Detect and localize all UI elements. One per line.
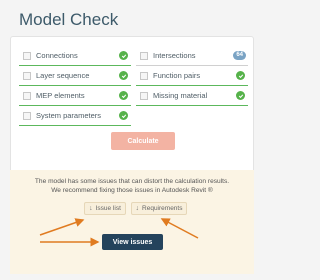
check-label: MEP elements xyxy=(36,91,85,100)
checkbox[interactable] xyxy=(23,111,31,120)
download-icon: ↓ xyxy=(135,205,140,212)
info-line-1: The model has some issues that can disto… xyxy=(34,178,230,185)
info-panel: The model has some issues that can disto… xyxy=(10,170,254,274)
check-function-pairs[interactable]: Function pairs xyxy=(136,66,248,86)
check-label: Connections xyxy=(36,51,78,60)
check-mep-elements[interactable]: MEP elements xyxy=(19,86,131,106)
check-label: Function pairs xyxy=(153,71,201,80)
check-ok-icon xyxy=(236,91,245,100)
check-missing-material[interactable]: Missing material xyxy=(136,86,248,106)
check-label: Intersections xyxy=(153,51,196,60)
checkbox[interactable] xyxy=(23,51,31,60)
info-line-2: We recommend fixing those issues in Auto… xyxy=(51,187,213,194)
check-ok-icon xyxy=(119,111,128,120)
view-issues-button[interactable]: View issues xyxy=(102,234,163,250)
check-label: System parameters xyxy=(36,111,102,120)
issue-list-label: Issue list xyxy=(95,205,121,212)
check-ok-icon xyxy=(119,51,128,60)
check-connections[interactable]: Connections xyxy=(19,46,131,66)
checkbox[interactable] xyxy=(23,71,31,80)
page-title: Model Check xyxy=(19,10,119,29)
check-ok-icon xyxy=(119,91,128,100)
download-icon: ↓ xyxy=(89,205,93,212)
calculate-button[interactable]: Calculate xyxy=(111,132,175,150)
checkbox[interactable] xyxy=(140,91,148,100)
requirements-label: Requirements xyxy=(142,205,183,212)
issue-list-button[interactable]: ↓ Issue list xyxy=(84,202,126,215)
check-label: Layer sequence xyxy=(36,71,90,80)
requirements-button[interactable]: ↓ Requirements xyxy=(131,202,187,215)
check-ok-icon xyxy=(119,71,128,80)
count-badge: 64 xyxy=(233,51,246,60)
check-label: Missing material xyxy=(153,91,208,100)
checkbox[interactable] xyxy=(140,71,148,80)
check-system-parameters[interactable]: System parameters xyxy=(19,106,131,126)
check-ok-icon xyxy=(236,71,245,80)
checkbox[interactable] xyxy=(23,91,31,100)
check-layer-sequence[interactable]: Layer sequence xyxy=(19,66,131,86)
check-intersections[interactable]: Intersections 64 xyxy=(136,46,248,66)
info-message: The model has some issues that can disto… xyxy=(10,177,254,195)
checkbox[interactable] xyxy=(140,51,148,60)
checks-card: Connections Intersections 64 Layer seque… xyxy=(10,36,254,186)
